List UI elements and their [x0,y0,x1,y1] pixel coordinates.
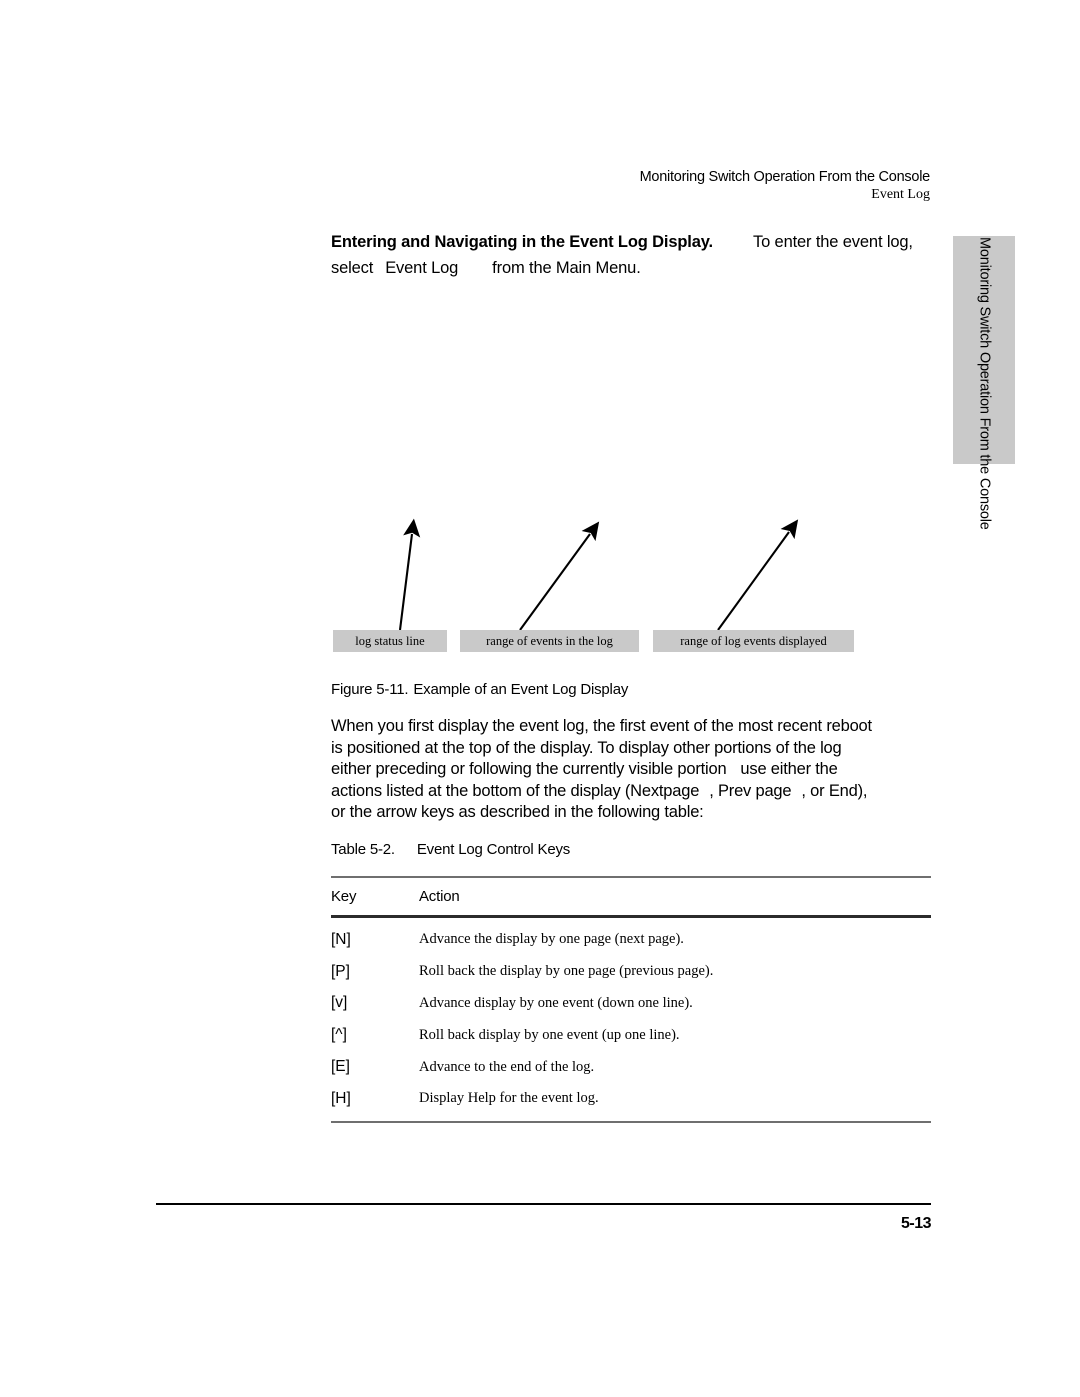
table-cell-key: [P] [331,962,350,980]
figure-callout-area: log status line range of events in the l… [330,518,890,665]
callout-label-range-displayed: range of log events displayed [653,630,854,652]
table-row: [N] Advance the display by one page (next… [331,924,931,956]
body-paragraph: When you first display the event log, th… [331,716,931,824]
table-header-row: Key Action [331,878,931,915]
body-paragraph-line-3a: either preceding or following the curren… [331,760,727,778]
section-heading-lead: Entering and Navigating in the Event Log… [331,233,713,251]
body-paragraph-line-4c: , or End), [801,781,868,800]
table-cell-action: Advance to the end of the log. [419,1058,595,1075]
section-heading: Entering and Navigating in the Event Log… [331,229,931,281]
callout-arrow-3-line [717,519,799,631]
table-cell-key: [E] [331,1058,350,1076]
footer-rule [156,1203,931,1205]
table-row: [v] Advance display by one event (down on… [331,988,931,1020]
figure-caption-number: Figure 5-11. [331,681,409,698]
running-header-title: Monitoring Switch Operation From the Con… [639,169,931,185]
table-cell-action: Advance display by one event (down one l… [419,994,693,1011]
running-header-subtitle: Event Log [871,187,930,202]
section-heading-menu-item: Event Log [385,259,459,277]
body-paragraph-line-1: When you first display the event log, th… [331,717,872,735]
body-paragraph-line-3b: use either the [740,760,838,778]
table-title-text: Event Log Control Keys [416,841,571,858]
table-row: [^] Roll back display by one event (up on… [331,1019,931,1051]
body-paragraph-line-5: or the arrow keys as described in the fo… [331,803,704,821]
body-paragraph-line-2: is positioned at the top of the display.… [331,738,842,757]
table-title-number: Table 5-2. [331,841,395,858]
table-column-header-action: Action [419,888,460,905]
body-paragraph-line-4: actions listed at the bottom of the disp… [331,781,931,803]
section-heading-text-1: To enter the event [752,233,883,251]
figure-caption-text: Example of an Event Log Display [413,681,629,698]
table-cell-action: Display Help for the event log. [419,1090,599,1107]
callout-label-range-of-events: range of events in the log [460,630,639,652]
event-log-control-keys-table: Key Action [N] Advance the display by one… [331,876,931,1123]
page-number: 5-13 [900,1215,932,1232]
callout-arrow-1-line [398,518,421,631]
table-column-header-key: Key [331,888,357,905]
body-paragraph-line-4a: actions listed at the bottom of the disp… [331,781,700,800]
document-page: Monitoring Switch Operation From the Con… [0,0,1080,1397]
table-rule-bottom [331,1120,931,1123]
body-paragraph-line-3: either preceding or following the curren… [331,759,931,781]
running-header: Monitoring Switch Operation From the Con… [330,168,931,204]
table-cell-key: [N] [331,930,351,948]
table-title: Table 5-2. Event Log Control Keys [331,841,570,858]
table-row: [E] Advance to the end of the log. [331,1051,931,1083]
table-cell-key: [H] [331,1089,351,1107]
chapter-side-tab: Monitoring Switch Operation From the Con… [953,236,1015,530]
figure-caption: Figure 5-11. Example of an Event Log Disp… [331,681,628,698]
table-row: [H] Display Help for the event log. [331,1083,931,1115]
table-body: [N] Advance the display by one page (next… [331,918,931,1121]
body-paragraph-line-4b: , Prev page [709,781,792,800]
table-cell-action: Roll back display by one event (up one l… [419,1026,680,1043]
table-cell-key: [^] [331,1026,347,1044]
chapter-side-tab-label: Monitoring Switch Operation From the Con… [976,237,993,530]
table-row: [P] Roll back the display by one page (pr… [331,956,931,988]
callout-arrow-2-line [519,521,600,631]
callout-label-log-status-line: log status line [333,630,447,652]
table-cell-action: Roll back the display by one page (previ… [419,963,714,980]
table-cell-key: [v] [331,994,348,1012]
section-heading-text-3: from the Main Menu. [492,259,641,277]
table-cell-action: Advance the display by one page (next pa… [419,931,684,948]
